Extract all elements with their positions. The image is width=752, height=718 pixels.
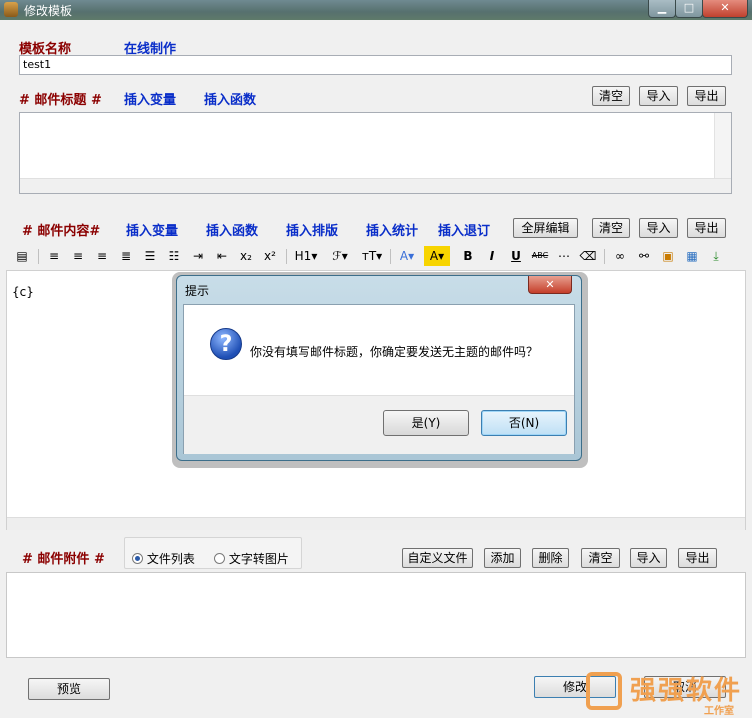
outdent-icon[interactable]: ⇤ — [212, 246, 232, 266]
radio-file-list-label: 文件列表 — [146, 552, 195, 566]
eraser-icon[interactable]: ⌫ — [578, 246, 598, 266]
subject-insert-func-link[interactable]: 插入函数 — [204, 89, 256, 108]
content-editor-bottom-bar — [7, 517, 745, 530]
dialog-close-button[interactable]: ✕ — [528, 276, 572, 294]
custom-file-button[interactable]: 自定义文件 — [402, 548, 473, 568]
attachments-label: # 邮件附件 # — [22, 552, 105, 567]
highlight-dropdown[interactable]: A▾ — [424, 246, 450, 266]
subject-hscroll[interactable] — [20, 178, 731, 193]
confirm-dialog: 提示 ✕ ? 你没有填写邮件标题，你确定要发送无主题的邮件吗？ 是(Y) 否(N… — [176, 275, 582, 461]
watermark-logo-icon — [586, 672, 622, 710]
align-right-icon[interactable]: ≡ — [92, 246, 112, 266]
content-clear-button[interactable]: 清空 — [592, 218, 630, 238]
source-icon[interactable]: ▤ — [12, 246, 32, 266]
attachment-import-button[interactable]: 导入 — [630, 548, 667, 568]
link-icon[interactable]: ∞ — [610, 246, 630, 266]
content-body-text: {c} — [12, 285, 34, 299]
watermark: 强强软件 工作室 — [584, 668, 750, 717]
content-insert-stats-link[interactable]: 插入统计 — [366, 220, 418, 239]
subject-vscroll[interactable] — [714, 113, 731, 179]
subject-textarea[interactable] — [19, 112, 732, 194]
dialog-title: 提示 — [185, 284, 210, 298]
font-family-dropdown[interactable]: ℱ▾ — [326, 246, 354, 266]
insert-line-icon[interactable]: ⤓ — [706, 246, 726, 266]
toolbar-separator — [286, 249, 287, 264]
unordered-list-icon[interactable]: ☷ — [164, 246, 184, 266]
toolbar-separator — [38, 249, 39, 264]
align-center-icon[interactable]: ≡ — [68, 246, 88, 266]
radio-file-list[interactable]: 文件列表 — [132, 550, 195, 567]
unlink-icon[interactable]: ⚯ — [634, 246, 654, 266]
attachment-mode-group: 文件列表 文字转图片 — [124, 537, 302, 569]
maximize-button[interactable]: □ — [675, 0, 703, 18]
attachment-add-button[interactable]: 添加 — [484, 548, 521, 568]
subject-import-button[interactable]: 导入 — [639, 86, 678, 106]
title-bar: 修改模板 ▁ □ ✕ — [0, 0, 752, 20]
attachment-clear-button[interactable]: 清空 — [581, 548, 620, 568]
dialog-no-button[interactable]: 否(N) — [481, 410, 567, 436]
subject-clear-button[interactable]: 清空 — [592, 86, 630, 106]
horizontal-rule-icon[interactable]: ⋯ — [554, 246, 574, 266]
app-icon — [4, 2, 18, 17]
content-insert-unsub-link[interactable]: 插入退订 — [438, 220, 490, 239]
preview-button[interactable]: 预览 — [28, 678, 110, 700]
fullscreen-edit-button[interactable]: 全屏编辑 — [513, 218, 578, 238]
window-title: 修改模板 — [24, 4, 73, 18]
italic-button[interactable]: I — [482, 246, 502, 266]
content-export-button[interactable]: 导出 — [687, 218, 726, 238]
toolbar-separator — [604, 249, 605, 264]
subscript-icon[interactable]: x₂ — [236, 246, 256, 266]
radio-text-to-image[interactable]: 文字转图片 — [214, 550, 289, 567]
question-icon: ? — [210, 328, 242, 360]
align-left-icon[interactable]: ≡ — [44, 246, 64, 266]
subject-export-button[interactable]: 导出 — [687, 86, 726, 106]
heading-dropdown[interactable]: H1▾ — [292, 246, 320, 266]
dialog-yes-button[interactable]: 是(Y) — [383, 410, 469, 436]
content-label: # 邮件内容# — [22, 224, 101, 239]
attachment-delete-button[interactable]: 删除 — [532, 548, 569, 568]
strikethrough-button[interactable]: ABC — [530, 246, 550, 266]
bold-button[interactable]: B — [458, 246, 478, 266]
editor-toolbar: ▤ ≡ ≡ ≡ ≣ ☰ ☷ ⇥ ⇤ x₂ x² H1▾ ℱ▾ тT▾ A▾ A▾… — [6, 246, 746, 268]
image-icon[interactable]: ▣ — [658, 246, 678, 266]
radio-file-list-dot — [132, 553, 143, 564]
align-justify-icon[interactable]: ≣ — [116, 246, 136, 266]
radio-text-to-image-dot — [214, 553, 225, 564]
dialog-message: 你没有填写邮件标题，你确定要发送无主题的邮件吗？ — [250, 345, 539, 359]
underline-button[interactable]: U — [506, 246, 526, 266]
subject-insert-var-link[interactable]: 插入变量 — [124, 89, 176, 108]
content-import-button[interactable]: 导入 — [639, 218, 678, 238]
ordered-list-icon[interactable]: ☰ — [140, 246, 160, 266]
subject-label: # 邮件标题 # — [19, 93, 102, 108]
close-button[interactable]: ✕ — [702, 0, 748, 18]
template-name-value: test1 — [23, 58, 52, 71]
font-color-dropdown[interactable]: A▾ — [394, 246, 420, 266]
minimize-button[interactable]: ▁ — [648, 0, 676, 18]
template-name-input[interactable]: test1 — [19, 55, 732, 75]
radio-text-to-image-label: 文字转图片 — [228, 552, 289, 566]
dialog-footer: 是(Y) 否(N) — [184, 395, 574, 454]
dialog-content: ? 你没有填写邮件标题，你确定要发送无主题的邮件吗？ 是(Y) 否(N) — [183, 304, 575, 454]
content-insert-layout-link[interactable]: 插入排版 — [286, 220, 338, 239]
table-icon[interactable]: ▦ — [682, 246, 702, 266]
toolbar-separator — [390, 249, 391, 264]
content-insert-var-link[interactable]: 插入变量 — [126, 220, 178, 239]
superscript-icon[interactable]: x² — [260, 246, 280, 266]
watermark-subtext: 工作室 — [704, 706, 734, 717]
attachment-export-button[interactable]: 导出 — [678, 548, 717, 568]
font-size-dropdown[interactable]: тT▾ — [358, 246, 386, 266]
content-insert-func-link[interactable]: 插入函数 — [206, 220, 258, 239]
attachment-list[interactable] — [6, 572, 746, 658]
indent-icon[interactable]: ⇥ — [188, 246, 208, 266]
